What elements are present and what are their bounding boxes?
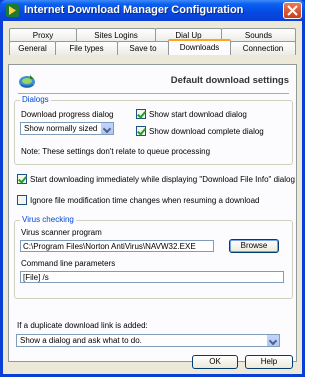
duplicate-link-select[interactable]: Show a dialog and ask what to do. — [16, 334, 280, 347]
dialog-client: Proxy Sites Logins Dial Up Sounds Genera… — [3, 21, 302, 374]
progress-dialog-value: Show normally sized — [24, 124, 98, 133]
command-line-label: Command line parameters — [21, 259, 116, 268]
section-title: Default download settings — [170, 75, 289, 86]
tab-save-to[interactable]: Save to — [117, 41, 169, 55]
ignore-mod-time-label: Ignore file modification time changes wh… — [30, 196, 260, 205]
chevron-down-icon[interactable] — [100, 123, 113, 134]
dialogs-group: Dialogs Download progress dialog Show no… — [14, 95, 293, 165]
start-immediately-checkbox[interactable] — [17, 174, 27, 184]
scanner-program-input[interactable]: C:\Program Files\Norton AntiVirus\NAVW32… — [20, 240, 214, 252]
title-bar[interactable]: Internet Download Manager Configuration — [0, 0, 305, 21]
close-icon — [287, 5, 298, 16]
chevron-down-icon[interactable] — [266, 335, 279, 346]
ignore-mod-time-checkbox[interactable] — [17, 195, 27, 205]
dialogs-legend: Dialogs — [20, 95, 51, 104]
duplicate-link-value: Show a dialog and ask what to do. — [20, 336, 142, 345]
tab-sites-logins[interactable]: Sites Logins — [76, 28, 156, 42]
show-complete-dialog-label: Show download complete dialog — [149, 127, 264, 136]
tab-proxy[interactable]: Proxy — [9, 28, 77, 42]
tab-general[interactable]: General — [9, 41, 56, 55]
window-title: Internet Download Manager Configuration — [24, 4, 244, 16]
tab-downloads[interactable]: Downloads — [168, 39, 231, 55]
start-immediately-label: Start downloading immediately while disp… — [30, 175, 295, 184]
queue-note: Note: These settings don't relate to que… — [21, 147, 211, 156]
scanner-program-value: C:\Program Files\Norton AntiVirus\NAVW32… — [23, 242, 196, 251]
command-line-value: [File] /s — [23, 273, 49, 282]
close-button[interactable] — [283, 2, 302, 19]
tab-sounds[interactable]: Sounds — [221, 28, 296, 42]
download-settings-icon — [19, 75, 35, 88]
downloads-panel: Default download settings Dialogs Downlo… — [8, 64, 297, 362]
tab-file-types[interactable]: File types — [55, 41, 118, 55]
duplicate-link-label: If a duplicate download link is added: — [17, 321, 148, 330]
virus-checking-legend: Virus checking — [20, 215, 76, 224]
command-line-input[interactable]: [File] /s — [20, 271, 284, 283]
header-divider — [18, 93, 289, 94]
tab-connection[interactable]: Connection — [230, 41, 296, 55]
ok-button[interactable]: OK — [192, 355, 238, 369]
help-button[interactable]: Help — [245, 355, 293, 369]
idm-app-icon — [6, 4, 19, 17]
show-start-dialog-label: Show start download dialog — [149, 110, 247, 119]
browse-button[interactable]: Browse — [229, 239, 279, 253]
progress-dialog-select[interactable]: Show normally sized — [20, 122, 114, 135]
scanner-program-label: Virus scanner program — [21, 228, 102, 237]
virus-checking-group: Virus checking Virus scanner program C:\… — [14, 215, 293, 299]
config-window: Internet Download Manager Configuration … — [0, 0, 305, 377]
progress-dialog-label: Download progress dialog — [21, 110, 114, 119]
show-complete-dialog-checkbox[interactable] — [136, 126, 146, 136]
show-start-dialog-checkbox[interactable] — [136, 109, 146, 119]
